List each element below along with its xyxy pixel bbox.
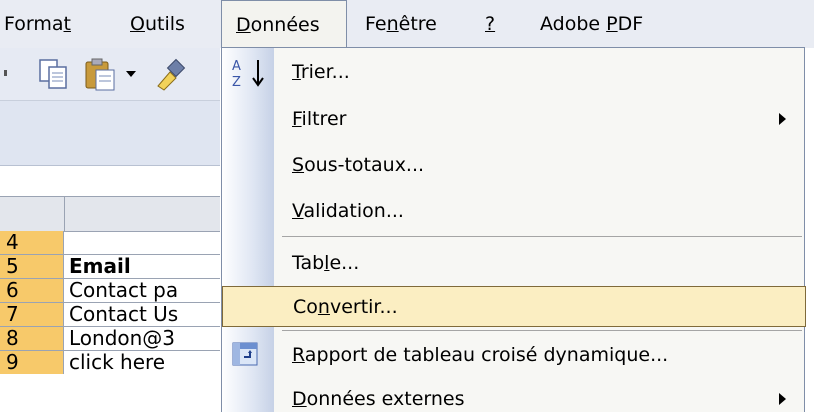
menu-format[interactable]: Format (4, 0, 71, 48)
row-header[interactable]: 9 (0, 351, 64, 374)
menu-adobe-pdf[interactable]: Adobe PDF (540, 0, 643, 48)
row-header[interactable]: 5 (0, 255, 64, 278)
dropdown-arrow-icon[interactable] (122, 56, 142, 92)
table-row: 8 London@3 (0, 327, 220, 351)
cell[interactable] (65, 231, 220, 254)
cell[interactable]: Contact pa (65, 279, 220, 302)
svg-text:Z: Z (232, 75, 241, 90)
menu-separator (282, 330, 802, 331)
column-header-row (0, 196, 220, 232)
menu-item-validation[interactable]: Validation... (222, 188, 804, 234)
cell[interactable]: click here (65, 351, 220, 374)
menu-item-sous-totaux[interactable]: Sous-totaux... (222, 142, 804, 188)
menu-item-label: Trier... (292, 61, 350, 83)
menu-donnees[interactable]: Données (221, 0, 347, 48)
menu-item-label: Rapport de tableau croisé dynamique... (292, 344, 669, 366)
menu-item-label: Validation... (292, 200, 404, 222)
menu-item-donnees-externes[interactable]: Données externes (222, 376, 804, 413)
row-header[interactable]: 4 (0, 231, 64, 254)
standard-toolbar (0, 48, 220, 101)
copy-icon[interactable] (36, 56, 74, 92)
sort-ascending-icon: A Z (230, 56, 270, 95)
table-row: 5 Email (0, 255, 220, 279)
submenu-arrow-icon (779, 393, 786, 405)
cell[interactable]: London@3 (65, 327, 220, 350)
svg-text:A: A (232, 59, 241, 74)
pivot-table-icon (232, 342, 258, 371)
menu-item-trier[interactable]: A Z Trier... (222, 48, 804, 96)
table-row: 7 Contact Us (0, 303, 220, 327)
menu-help[interactable]: ? (485, 0, 495, 48)
menu-fenetre[interactable]: Fenêtre (365, 0, 437, 48)
select-all-corner[interactable] (0, 197, 65, 231)
menu-item-filtrer[interactable]: Filtrer (222, 96, 804, 142)
menu-outils[interactable]: Outils (130, 0, 185, 48)
table-row: 6 Contact pa (0, 279, 220, 303)
paste-icon[interactable] (82, 56, 120, 92)
donnees-dropdown-menu: A Z Trier... Filtrer Sous-totaux... Vali… (221, 47, 806, 413)
menu-item-label: Table... (292, 252, 360, 274)
row-header[interactable]: 6 (0, 279, 64, 302)
menu-item-rapport-tableau-croise[interactable]: Rapport de tableau croisé dynamique... (222, 332, 804, 376)
toolbar-separator (0, 56, 14, 92)
format-painter-icon[interactable] (150, 56, 188, 92)
table-row: 4 (0, 231, 220, 255)
menu-item-table[interactable]: Table... (222, 238, 804, 284)
menu-separator (282, 236, 802, 237)
menu-item-label: Filtrer (292, 108, 347, 130)
row-header[interactable]: 8 (0, 327, 64, 350)
spreadsheet-grid: 4 5 Email 6 Contact pa 7 Contact Us 8 Lo… (0, 166, 220, 412)
menu-item-label: Sous-totaux... (292, 154, 425, 176)
table-row: 9 click here (0, 351, 220, 374)
cell[interactable]: Email (65, 255, 220, 278)
menu-bar: Format Outils Données Fenêtre ? Adobe PD… (0, 0, 814, 48)
formatting-toolbar (0, 101, 220, 166)
row-header[interactable]: 7 (0, 303, 64, 326)
submenu-arrow-icon (779, 113, 786, 125)
cell[interactable]: Contact Us (65, 303, 220, 326)
menu-item-label: Convertir... (293, 296, 398, 318)
menu-item-convertir[interactable]: Convertir... (222, 286, 806, 327)
menu-item-label: Données externes (292, 388, 465, 410)
